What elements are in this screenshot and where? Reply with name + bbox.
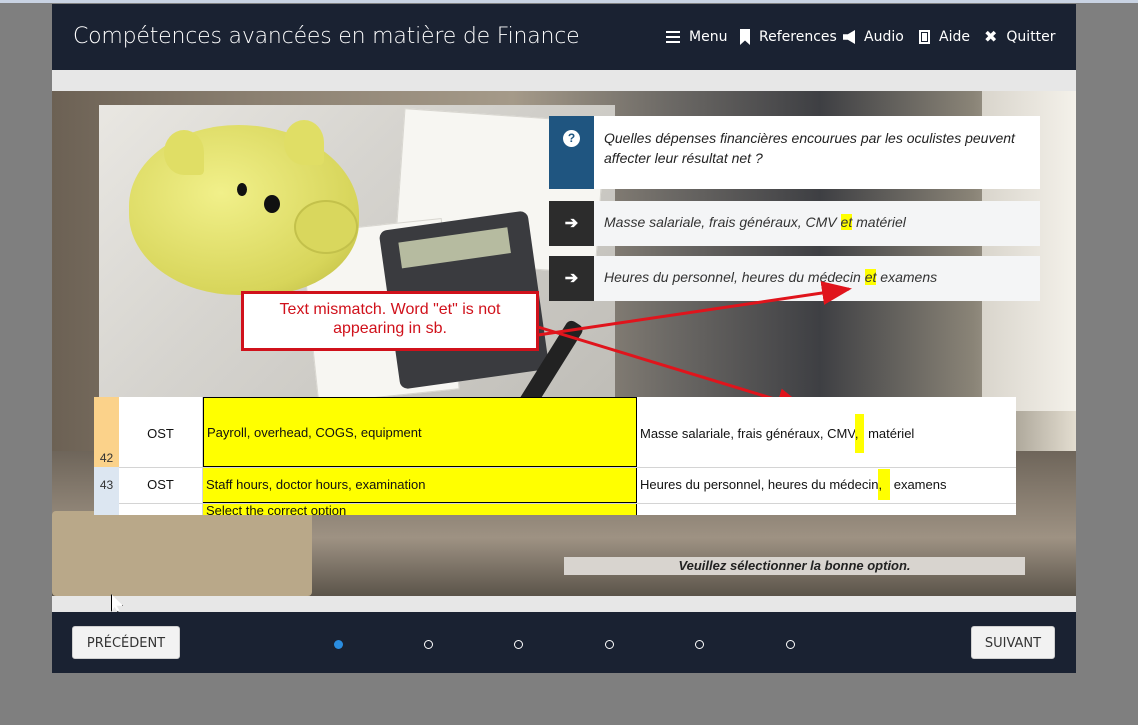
source-text-cell[interactable]: Staff hours, doctor hours, examination bbox=[203, 468, 637, 503]
help-label: Aide bbox=[939, 29, 970, 45]
course-player: Compétences avancées en matière de Finan… bbox=[52, 4, 1076, 673]
spreadsheet-overlay: 42 43 OST Payroll, overhead, COGS, equip… bbox=[94, 397, 1016, 515]
menu-icon bbox=[666, 31, 680, 43]
references-label: References bbox=[759, 29, 837, 45]
quit-button[interactable]: ✖ Quitter bbox=[984, 27, 1056, 47]
footer-bar: PRÉCÉDENT SUIVANT bbox=[52, 612, 1076, 673]
code-cell: OST bbox=[147, 426, 174, 441]
highlighted-comma: , bbox=[878, 469, 891, 500]
header-bar: Compétences avancées en matière de Finan… bbox=[52, 4, 1076, 70]
progress-dot-4[interactable] bbox=[605, 640, 614, 649]
progress-dot-5[interactable] bbox=[695, 640, 704, 649]
row-number: 42 bbox=[94, 397, 119, 467]
arrow-to-option bbox=[537, 281, 852, 337]
translation-cell[interactable]: Heures du personnel, heures du médecin, … bbox=[640, 469, 946, 500]
progress-dot-6[interactable] bbox=[786, 640, 795, 649]
translation-cell[interactable]: Masse salariale, frais généraux, CMV, ma… bbox=[640, 414, 914, 453]
quit-label: Quitter bbox=[1006, 29, 1056, 45]
window-top-border bbox=[0, 0, 1138, 3]
references-button[interactable]: References bbox=[740, 27, 837, 47]
previous-button[interactable]: PRÉCÉDENT bbox=[72, 626, 180, 659]
arrow-to-sheet bbox=[537, 325, 807, 412]
bookmark-icon bbox=[740, 29, 750, 45]
slide-stage: ? Quelles dépenses financières encourues… bbox=[52, 91, 1076, 596]
close-icon: ✖ bbox=[984, 27, 998, 46]
partial-cell[interactable]: Select the correct option bbox=[203, 504, 637, 515]
progress-dot-2[interactable] bbox=[424, 640, 433, 649]
callout-arrows bbox=[537, 281, 852, 412]
menu-label: Menu bbox=[689, 29, 728, 45]
help-document-icon bbox=[919, 30, 930, 44]
help-button[interactable]: Aide bbox=[919, 27, 970, 47]
audio-label: Audio bbox=[864, 29, 904, 45]
speaker-icon bbox=[843, 30, 855, 44]
code-cell: OST bbox=[147, 477, 174, 492]
audio-button[interactable]: Audio bbox=[843, 27, 904, 47]
course-title: Compétences avancées en matière de Finan… bbox=[73, 24, 580, 49]
review-callout: Text mismatch. Word "et" is not appearin… bbox=[241, 291, 539, 351]
source-text-cell[interactable]: Payroll, overhead, COGS, equipment bbox=[203, 397, 637, 467]
row-number bbox=[94, 503, 119, 515]
progress-dot-1[interactable] bbox=[334, 640, 343, 649]
progress-dot-3[interactable] bbox=[514, 640, 523, 649]
row-number: 43 bbox=[94, 467, 119, 503]
next-button[interactable]: SUIVANT bbox=[971, 626, 1055, 659]
menu-button[interactable]: Menu bbox=[666, 27, 727, 47]
instruction-bar: Veuillez sélectionner la bonne option. bbox=[564, 557, 1025, 575]
